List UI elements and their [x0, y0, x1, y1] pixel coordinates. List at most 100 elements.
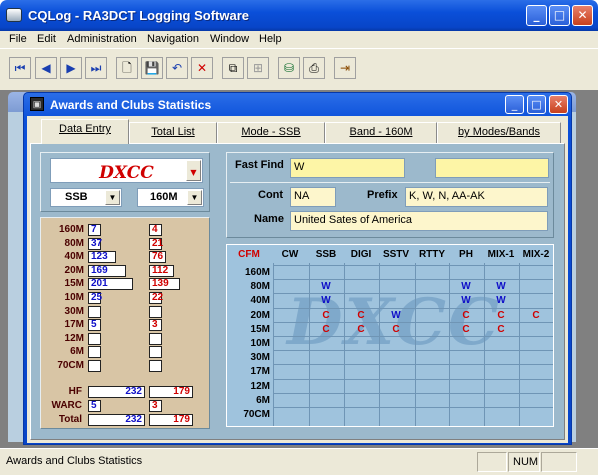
grid-cell[interactable]: C	[484, 324, 518, 335]
grid-cell[interactable]: C	[449, 324, 483, 335]
child-close-button[interactable]: ✕	[549, 95, 568, 114]
tab-mode-ssb[interactable]: Mode - SSB	[217, 122, 325, 143]
delete-icon[interactable]: ✕	[191, 57, 213, 79]
grid-cell[interactable]: C	[309, 310, 343, 321]
prefix-field[interactable]: K, W, N, AA-AK	[405, 187, 548, 207]
band-stat-red	[149, 346, 162, 359]
tab-data-entry[interactable]: Data Entry	[41, 119, 129, 144]
close-button[interactable]: ✕	[572, 5, 593, 26]
band-stat-label: 20M	[64, 264, 84, 276]
award-dropdown[interactable]: DXCC ▼	[50, 158, 203, 183]
save-icon[interactable]: 💾	[141, 57, 163, 79]
status-panel-empty-2	[541, 452, 577, 472]
child-minimize-button[interactable]: _	[505, 95, 524, 114]
undo-icon[interactable]: ↶	[166, 57, 188, 79]
grid-cell[interactable]: W	[379, 310, 413, 321]
grid-hline	[273, 407, 553, 408]
grid-vline	[519, 263, 520, 426]
cont-field[interactable]: NA	[290, 187, 336, 207]
fastfind-input-2[interactable]	[435, 158, 549, 178]
maximize-button[interactable]: □	[549, 5, 570, 26]
band-dropdown[interactable]: 160M ▼	[137, 188, 204, 207]
copy-icon[interactable]: ⧉	[222, 57, 244, 79]
band-stat-blue	[88, 346, 101, 359]
summary-blue: 232	[88, 414, 145, 426]
band-stat-red: 76	[149, 251, 167, 264]
grid-cell[interactable]: W	[484, 295, 518, 306]
menu-file[interactable]: File	[9, 33, 27, 45]
grid-hline	[273, 321, 553, 323]
exit-icon[interactable]: ⇥	[334, 57, 356, 79]
band-stat-red: 3	[149, 319, 162, 332]
band-value: 160M	[150, 191, 178, 203]
tab-band-160m[interactable]: Band - 160M	[325, 122, 437, 143]
chevron-down-icon[interactable]: ▼	[187, 190, 202, 205]
child-maximize-button[interactable]: □	[527, 95, 546, 114]
new-document-icon[interactable]: 🗋	[116, 57, 138, 79]
grid-cell[interactable]: C	[309, 324, 343, 335]
divider	[230, 182, 550, 183]
band-stat-blue	[88, 360, 101, 372]
menu-help[interactable]: Help	[259, 33, 282, 45]
grid-column-header: DIGI	[350, 249, 372, 260]
window-icon: ▣	[30, 97, 44, 111]
grid-hline	[273, 265, 553, 266]
grid-cell[interactable]: C	[449, 310, 483, 321]
band-stat-red	[149, 360, 162, 372]
last-record-icon[interactable]: ⏭	[85, 57, 107, 79]
app-icon	[6, 8, 22, 22]
grid-column-header: PH	[459, 249, 473, 260]
tab-total-list[interactable]: Total List	[129, 122, 217, 143]
grid-cell[interactable]: C	[344, 310, 378, 321]
band-stat-red: 21	[149, 237, 163, 250]
grid-cell[interactable]: C	[519, 310, 553, 321]
grid-cell[interactable]: W	[449, 295, 483, 306]
grid-vline	[379, 263, 380, 426]
grid-row-header: 70CM	[243, 409, 270, 420]
find-icon[interactable]: ⊞	[247, 57, 269, 79]
grid-column-header: CW	[281, 249, 299, 260]
menu-bar: File Edit Administration Navigation Wind…	[0, 31, 598, 48]
summary-red: 3	[149, 400, 162, 412]
band-stat-red: 112	[149, 264, 175, 277]
band-stat-red	[149, 332, 162, 345]
cont-label: Cont	[258, 189, 284, 201]
fastfind-input[interactable]: W	[290, 158, 405, 178]
app-titlebar: CQLog - RA3DCT Logging Software _ □ ✕	[0, 0, 598, 31]
grid-row-header: 40M	[250, 295, 270, 307]
grid-cell[interactable]: W	[309, 281, 343, 292]
tab-by-modes-bands[interactable]: by Modes/Bands	[437, 122, 561, 143]
grid-column-header: SSB	[315, 249, 337, 260]
band-stat-blue: 201	[88, 278, 134, 291]
menu-edit[interactable]: Edit	[37, 33, 56, 45]
menu-window[interactable]: Window	[210, 33, 249, 45]
minimize-button[interactable]: _	[526, 5, 547, 26]
grid-row-header: 20M	[250, 309, 270, 321]
band-stat-label: 40M	[64, 251, 84, 263]
grid-cell[interactable]: W	[484, 281, 518, 292]
grid-cell[interactable]: C	[379, 324, 413, 335]
first-record-icon[interactable]: ⏮	[9, 57, 31, 79]
grid-row-header: 6M	[256, 394, 270, 406]
name-field[interactable]: United Sates of America	[290, 211, 548, 231]
band-stat-label: 15M	[64, 278, 84, 290]
prev-record-icon[interactable]: ◀	[35, 57, 57, 79]
menu-navigation[interactable]: Navigation	[147, 33, 199, 45]
grid-cell[interactable]: C	[484, 310, 518, 321]
grid-column-header: MIX-2	[522, 249, 550, 260]
mode-dropdown[interactable]: SSB ▼	[50, 188, 122, 207]
grid-cell[interactable]: W	[449, 281, 483, 292]
chevron-down-icon[interactable]: ▼	[105, 190, 120, 205]
menu-administration[interactable]: Administration	[67, 33, 137, 45]
next-record-icon[interactable]: ▶	[60, 57, 82, 79]
grid-vline	[273, 263, 274, 426]
network-icon[interactable]: ⛁	[278, 57, 300, 79]
band-stat-blue: 7	[88, 224, 101, 236]
grid-cell[interactable]: C	[344, 324, 378, 335]
band-stat-label: 70CM	[57, 360, 84, 371]
band-stat-blue: 37	[88, 237, 102, 250]
print-icon[interactable]: ⎙	[303, 57, 325, 79]
summary-blue: 232	[88, 386, 145, 398]
grid-cell[interactable]: W	[309, 295, 343, 306]
chevron-down-icon[interactable]: ▼	[186, 160, 201, 181]
